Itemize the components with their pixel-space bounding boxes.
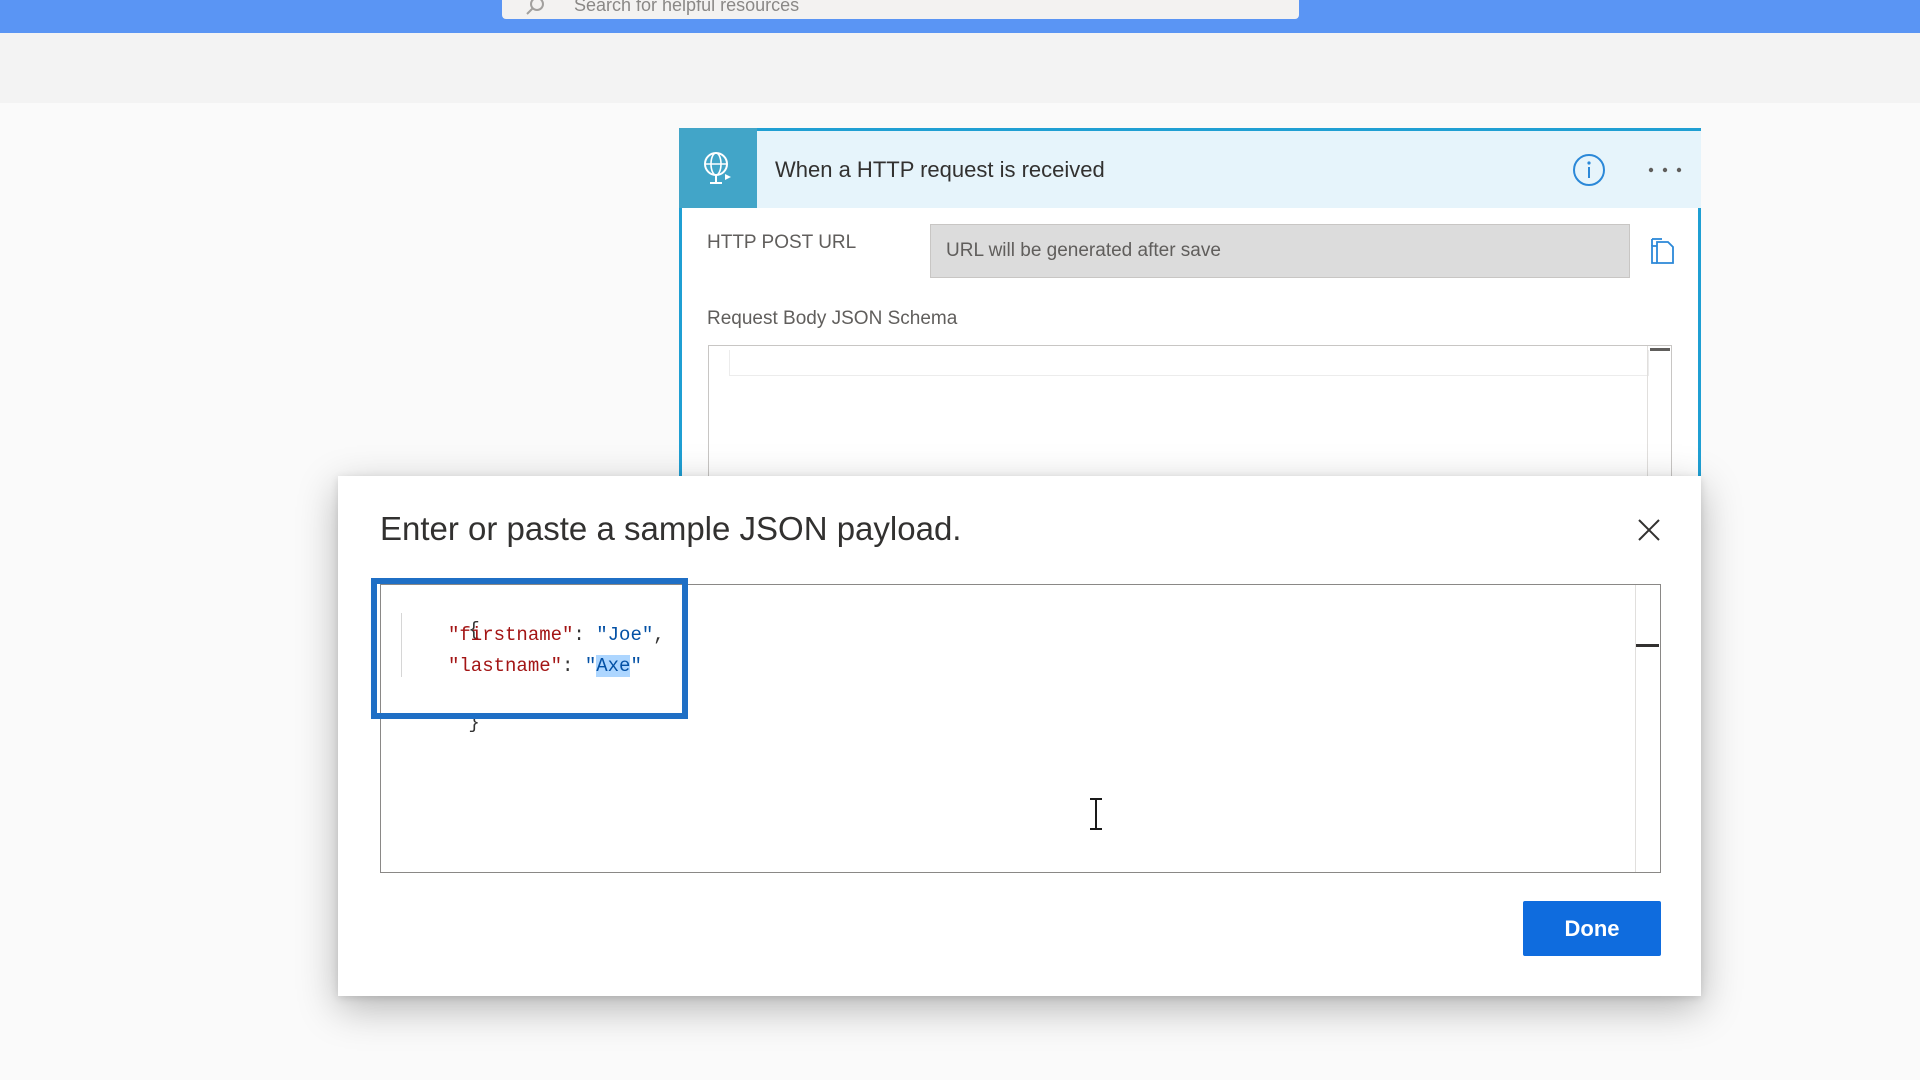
search-placeholder: Search for helpful resources xyxy=(574,0,800,15)
http-post-url-field: URL will be generated after save xyxy=(930,224,1630,278)
http-request-icon xyxy=(679,128,757,208)
info-button[interactable] xyxy=(1571,152,1607,188)
search-icon xyxy=(526,0,544,15)
http-post-url-label: HTTP POST URL xyxy=(707,232,857,253)
editor-scrollbar[interactable] xyxy=(1635,585,1660,872)
request-body-schema-label: Request Body JSON Schema xyxy=(707,308,958,329)
close-icon xyxy=(1638,519,1660,541)
command-bar-area xyxy=(0,33,1920,103)
copy-icon xyxy=(1651,238,1674,264)
http-trigger-card: When a HTTP request is received HTTP POS… xyxy=(679,128,1701,545)
schema-editor-line xyxy=(729,350,1649,376)
trigger-card-header[interactable]: When a HTTP request is received xyxy=(679,128,1701,208)
annotation-highlight-box xyxy=(371,578,688,719)
sample-payload-dialog: Enter or paste a sample JSON payload. { … xyxy=(338,476,1701,996)
done-button[interactable]: Done xyxy=(1523,901,1661,956)
copy-url-button[interactable] xyxy=(1645,234,1679,268)
trigger-title: When a HTTP request is received xyxy=(775,156,1105,182)
top-header-bar: Search for helpful resources xyxy=(0,0,1920,33)
search-box[interactable]: Search for helpful resources xyxy=(502,0,1299,19)
ellipsis-icon xyxy=(1648,167,1682,172)
text-cursor-icon xyxy=(1090,798,1102,830)
editor-scroll-thumb[interactable] xyxy=(1636,644,1659,647)
info-icon xyxy=(1573,153,1605,186)
dialog-title: Enter or paste a sample JSON payload. xyxy=(380,510,962,547)
more-options-button[interactable] xyxy=(1645,152,1685,188)
close-dialog-button[interactable] xyxy=(1633,514,1665,546)
